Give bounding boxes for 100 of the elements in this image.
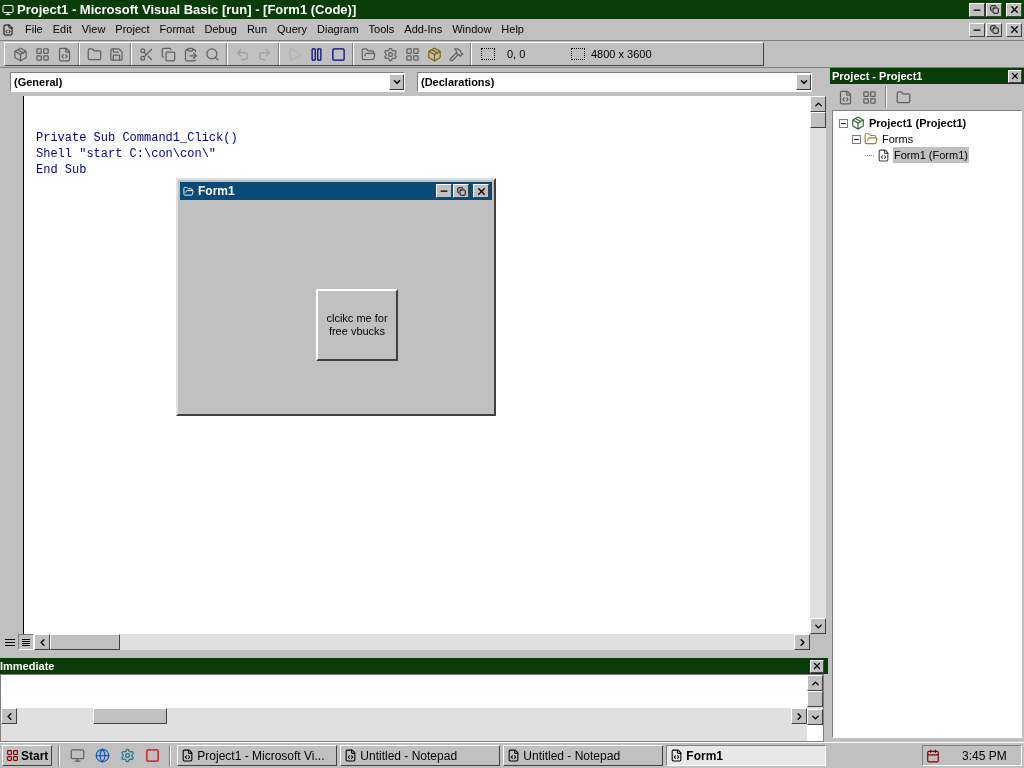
open-icon[interactable]	[86, 46, 102, 62]
immediate-title: Immediate	[0, 658, 55, 674]
close-icon	[475, 185, 487, 197]
menu-item[interactable]: File	[20, 21, 48, 38]
restore-icon	[456, 186, 466, 196]
menu-item[interactable]: Help	[496, 21, 529, 38]
scroll-down-button[interactable]	[810, 618, 826, 634]
scroll-thumb[interactable]	[807, 691, 823, 707]
project-icon	[851, 116, 865, 130]
menu-item[interactable]: Tools	[363, 21, 400, 38]
restore-button[interactable]	[986, 2, 1002, 17]
panel-title: Project - Project1	[831, 68, 923, 84]
dropdown[interactable]: (Declarations)	[417, 72, 812, 92]
tree-item[interactable]: Form1 (Form1)	[893, 146, 969, 164]
menu-editor-icon[interactable]	[56, 46, 72, 62]
cut-icon[interactable]	[138, 46, 154, 62]
close-icon	[1010, 71, 1020, 81]
taskbar-button[interactable]: Untitled - Notepad	[340, 745, 501, 766]
window-icon	[181, 749, 195, 762]
tree-item[interactable]: Forms	[881, 130, 915, 148]
scroll-down-button[interactable]	[807, 709, 823, 725]
size-readout: 4800 x 3600	[591, 46, 652, 62]
menu-item[interactable]: Run	[241, 21, 273, 38]
find-icon[interactable]	[204, 46, 220, 62]
taskbar-button[interactable]: Form1	[666, 745, 827, 766]
vertical-scrollbar[interactable]	[810, 96, 826, 634]
minimize-button[interactable]	[436, 184, 452, 198]
menu-item[interactable]: Debug	[199, 21, 242, 38]
form-title: Form1	[198, 183, 236, 200]
vertical-scrollbar[interactable]	[807, 675, 823, 725]
close-icon	[1008, 24, 1020, 35]
restore-icon	[989, 5, 999, 14]
scroll-thumb[interactable]	[50, 634, 120, 650]
browser-icon[interactable]	[94, 748, 110, 763]
toolbox-icon[interactable]	[448, 46, 464, 62]
close-button[interactable]	[810, 659, 824, 673]
code-line: Shell "start C:\con\con\"	[36, 146, 217, 162]
add-form-icon[interactable]	[34, 46, 50, 62]
scroll-right-button[interactable]	[794, 634, 810, 650]
restore-button[interactable]	[453, 184, 469, 198]
window-title: Project1 - Microsoft Visual Basic [run] - [Form1 (Code)]	[17, 0, 358, 19]
view-object-icon[interactable]	[861, 89, 877, 105]
start-button[interactable]: Start	[2, 745, 53, 766]
view-code-icon[interactable]	[837, 89, 853, 105]
save-icon[interactable]	[108, 46, 124, 62]
object-browser-icon[interactable]	[426, 46, 442, 62]
pause-icon[interactable]	[308, 46, 324, 62]
window-icon	[344, 749, 358, 762]
stop-icon[interactable]	[330, 46, 346, 62]
app-icon	[2, 3, 14, 16]
document-icon	[2, 23, 14, 36]
menu-item[interactable]: Project	[110, 21, 155, 38]
menu-item[interactable]: View	[76, 21, 111, 38]
minimize-button[interactable]	[969, 2, 985, 17]
close-button[interactable]	[1006, 2, 1022, 17]
form-layout-icon[interactable]	[404, 46, 420, 62]
add-project-icon[interactable]	[12, 46, 28, 62]
scroll-thumb[interactable]	[93, 708, 167, 724]
command-button[interactable]: clcikc me for free vbucks	[316, 289, 398, 361]
desktop-icon[interactable]	[69, 748, 85, 763]
horizontal-scrollbar[interactable]	[1, 708, 807, 741]
close-button[interactable]	[1006, 22, 1022, 37]
scroll-thumb[interactable]	[810, 112, 826, 128]
scroll-right-button[interactable]	[791, 708, 807, 724]
menu-item[interactable]: Edit	[47, 21, 77, 38]
window-icon	[670, 749, 684, 762]
copy-icon[interactable]	[160, 46, 176, 62]
menu-item[interactable]: Add-Ins	[399, 21, 448, 38]
taskbar-button[interactable]: Untitled - Notepad	[503, 745, 664, 766]
menu-item[interactable]: Diagram	[312, 21, 364, 38]
project-explorer-icon[interactable]	[360, 46, 376, 62]
scroll-left-button[interactable]	[34, 634, 50, 650]
toggle-folders-icon[interactable]	[895, 89, 911, 105]
form-icon	[183, 185, 194, 197]
close-button[interactable]	[1008, 69, 1022, 83]
close-icon	[1008, 4, 1020, 15]
horizontal-scrollbar[interactable]	[34, 634, 810, 650]
menu-item[interactable]: Window	[447, 21, 497, 38]
paste-icon[interactable]	[182, 46, 198, 62]
expander-icon[interactable]	[852, 134, 861, 144]
scroll-up-button[interactable]	[807, 675, 823, 691]
position-icon	[481, 48, 495, 60]
code-line: End Sub	[36, 162, 87, 178]
scroll-up-button[interactable]	[810, 96, 826, 112]
tree-item[interactable]: Project1 (Project1)	[868, 114, 968, 132]
restore-button[interactable]	[986, 22, 1002, 37]
full-module-view-icon[interactable]	[18, 634, 34, 650]
dropdown[interactable]: (General)	[10, 72, 405, 92]
scroll-left-button[interactable]	[1, 708, 17, 724]
minimize-button[interactable]	[969, 22, 985, 37]
clock: 3:45 PM	[962, 747, 1007, 765]
position-readout: 0, 0	[507, 46, 527, 62]
expander-icon[interactable]	[839, 118, 848, 128]
menu-item[interactable]: Query	[272, 21, 313, 38]
properties-icon[interactable]	[382, 46, 398, 62]
close-button[interactable]	[473, 184, 489, 198]
window-icon	[507, 749, 521, 762]
scheduler-icon	[926, 748, 940, 763]
menu-item[interactable]: Format	[154, 21, 200, 38]
taskbar-button[interactable]: Project1 - Microsoft Vi...	[177, 745, 338, 766]
